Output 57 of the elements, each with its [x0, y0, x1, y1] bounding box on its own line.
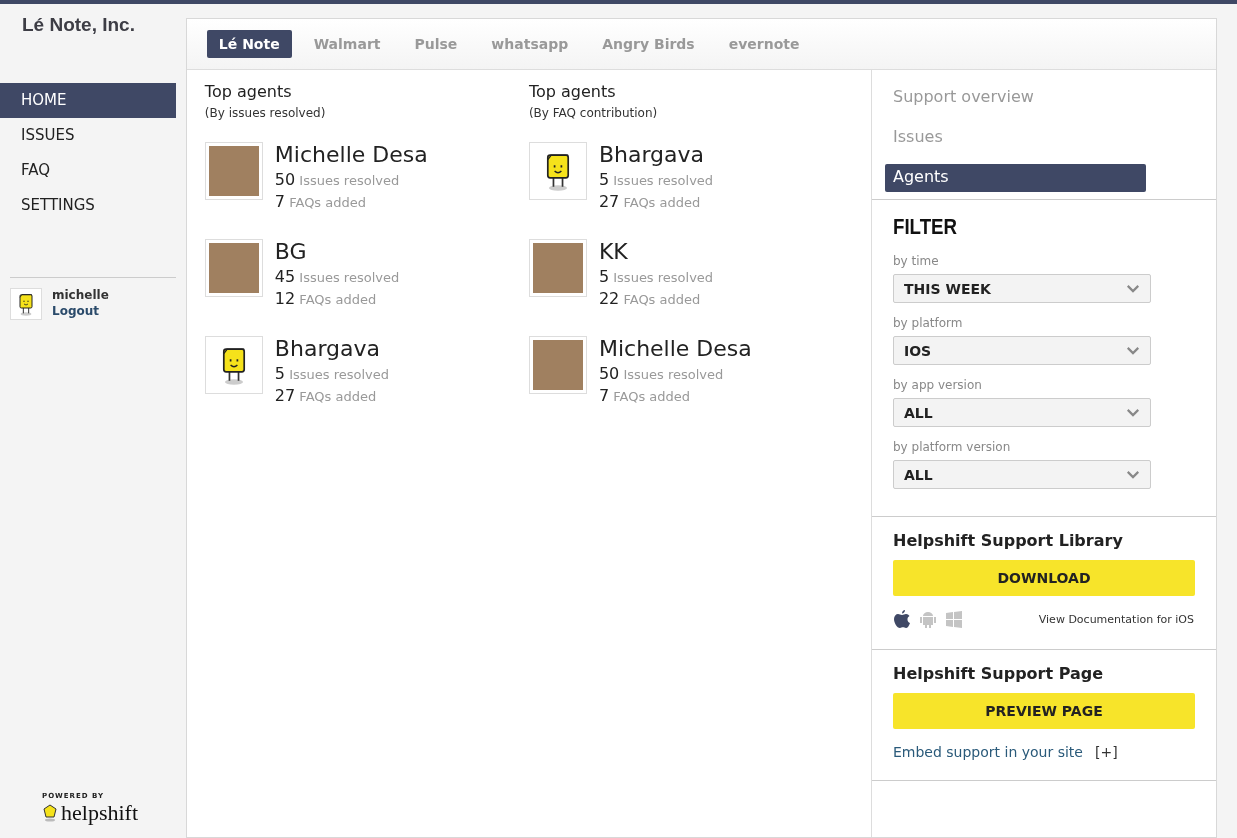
- company-name: Lé Note, Inc.: [21, 14, 136, 36]
- agent-name: Bhargava: [598, 142, 706, 167]
- agent-name: Michelle Desa: [598, 336, 752, 361]
- chevron-down-icon: [1126, 346, 1140, 355]
- issues-stat: 5 Issues resolved: [274, 364, 390, 383]
- section-title: Top agents: [204, 82, 293, 101]
- logout-link[interactable]: Logout: [52, 304, 109, 318]
- issues-stat: 5 Issues resolved: [598, 267, 714, 286]
- issues-stat: 50 Issues resolved: [274, 170, 401, 189]
- filter-label: by platform: [893, 316, 964, 330]
- faqs-stat: 27 FAQs added: [598, 192, 702, 211]
- dropdown[interactable]: IOS: [893, 336, 1151, 365]
- dropdown[interactable]: THIS WEEK: [893, 274, 1151, 303]
- section-subtitle: (By FAQ contribution): [528, 106, 659, 120]
- section-title: Helpshift Support Library: [893, 531, 1124, 550]
- tab[interactable]: Lé Note: [206, 30, 292, 58]
- mascot-logo-icon: [42, 804, 58, 822]
- filter-title: FILTER: [893, 214, 959, 240]
- expand-toggle[interactable]: [+]: [1094, 744, 1118, 760]
- nav-item[interactable]: HOME: [0, 83, 176, 118]
- agent-name: KK: [598, 239, 629, 264]
- embed-support-link[interactable]: Embed support in your site: [893, 744, 1083, 760]
- nav-item[interactable]: SETTINGS: [0, 188, 176, 223]
- apple-icon[interactable]: [893, 609, 911, 629]
- faqs-stat: 22 FAQs added: [598, 289, 702, 308]
- brand-logo: helpshift: [61, 800, 138, 826]
- dropdown[interactable]: ALL: [893, 460, 1151, 489]
- chevron-down-icon: [1126, 470, 1140, 479]
- side-menu-item[interactable]: Agents: [885, 164, 1146, 192]
- filter-label: by time: [893, 254, 940, 268]
- user-name: michelle: [52, 288, 109, 302]
- filter-label: by platform version: [893, 440, 1012, 454]
- documentation-link[interactable]: View Documentation for iOS: [1038, 612, 1194, 626]
- filter-label: by app version: [893, 378, 983, 392]
- agent-name: Michelle Desa: [274, 142, 428, 167]
- faqs-stat: 7 FAQs added: [598, 386, 692, 405]
- issues-stat: 45 Issues resolved: [274, 267, 400, 286]
- section-title: Helpshift Support Page: [893, 664, 1105, 683]
- section-subtitle: (By issues resolved): [204, 106, 327, 120]
- issues-stat: 50 Issues resolved: [598, 364, 725, 383]
- nav-item[interactable]: ISSUES: [0, 118, 176, 153]
- mascot-icon: [16, 292, 36, 316]
- faqs-stat: 27 FAQs added: [274, 386, 378, 405]
- agent-name: BG: [274, 239, 308, 264]
- android-icon[interactable]: [919, 609, 937, 629]
- download-button[interactable]: DOWNLOAD: [893, 560, 1195, 596]
- preview-page-button[interactable]: PREVIEW PAGE: [893, 693, 1195, 729]
- agent-name: Bhargava: [274, 336, 381, 361]
- chevron-down-icon: [1126, 284, 1140, 293]
- dropdown[interactable]: ALL: [893, 398, 1151, 427]
- chevron-down-icon: [1126, 408, 1140, 417]
- faqs-stat: 7 FAQs added: [274, 192, 367, 211]
- section-title: Top agents: [528, 82, 617, 101]
- windows-icon[interactable]: [945, 609, 963, 629]
- nav-item[interactable]: FAQ: [0, 153, 176, 188]
- faqs-stat: 12 FAQs added: [274, 289, 378, 308]
- issues-stat: 5 Issues resolved: [598, 170, 714, 189]
